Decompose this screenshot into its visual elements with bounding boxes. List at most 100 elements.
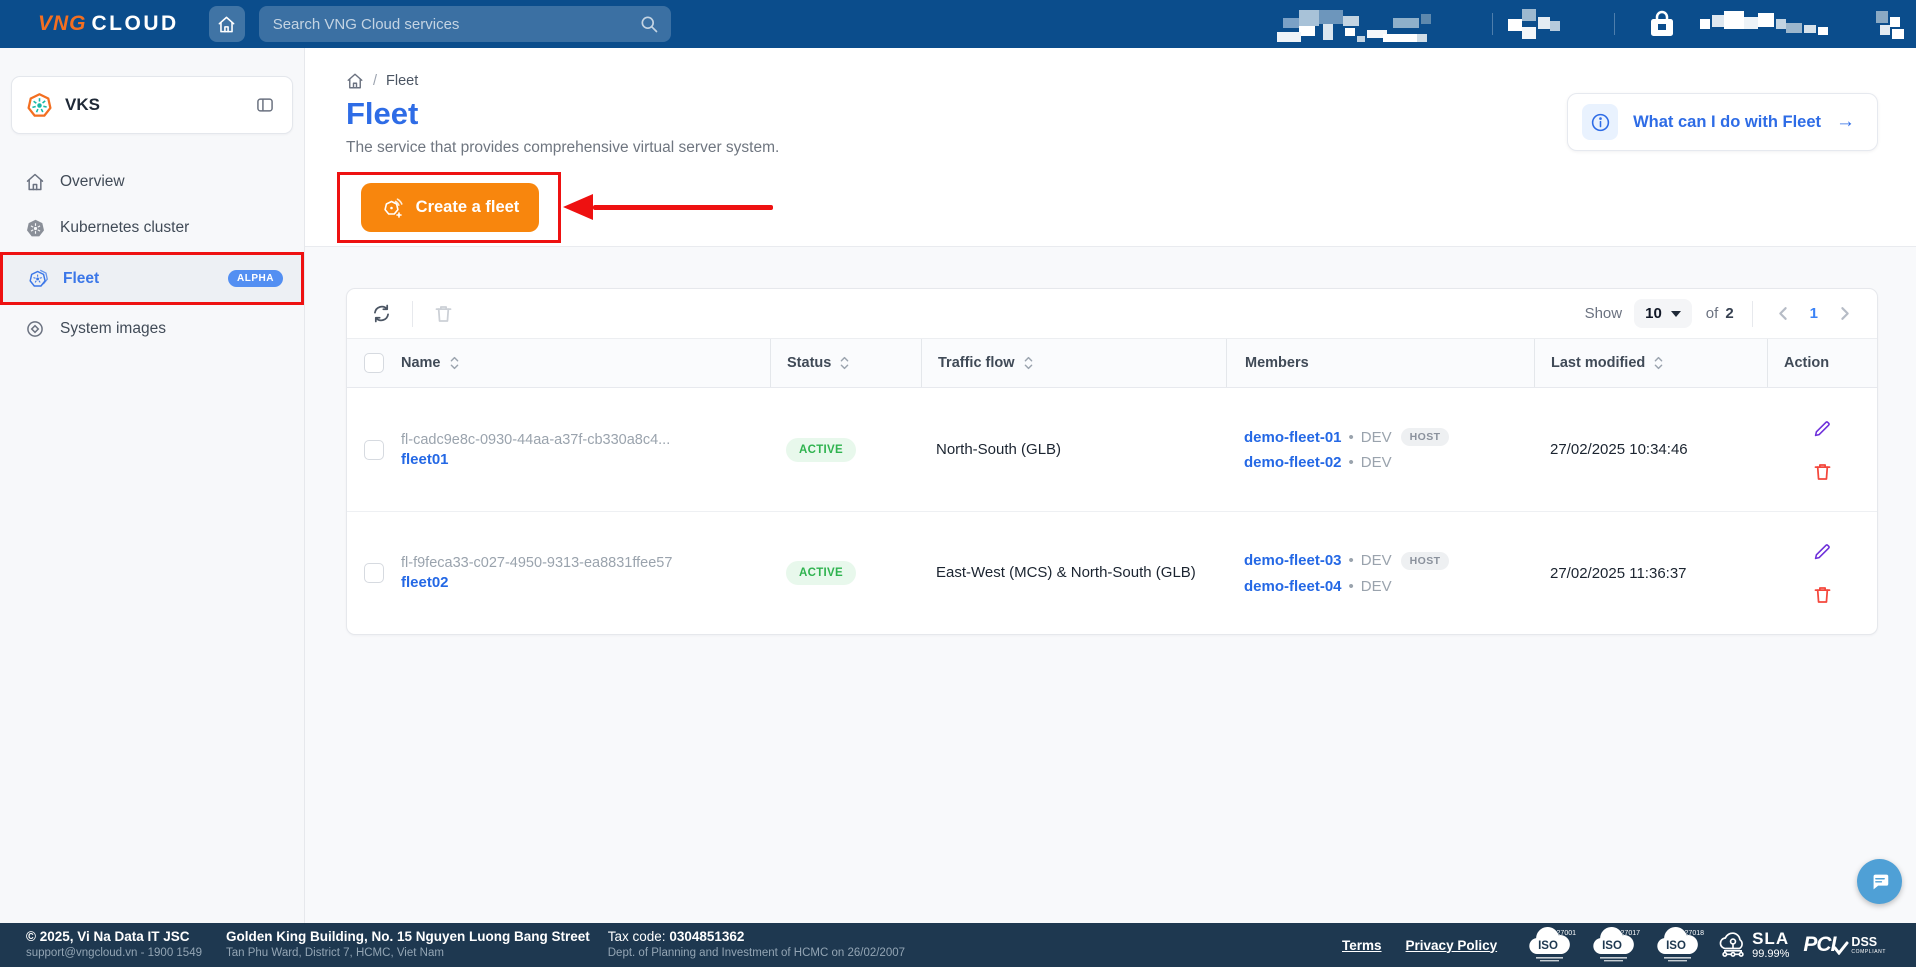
name-cell: fl-f9feca33-c027-4950-9313-ea8831ffee57 … [401, 512, 770, 634]
breadcrumb-home-icon[interactable] [346, 72, 364, 90]
overview-home-icon [24, 172, 46, 192]
member-link[interactable]: demo-fleet-04 [1244, 578, 1342, 595]
logo-vng: VNG [38, 12, 87, 36]
member-env: DEV [1361, 578, 1392, 595]
total-count: 2 [1725, 305, 1733, 322]
sidebar-item-fleet[interactable]: Fleet ALPHA [3, 255, 301, 302]
traffic-flow-cell: East-West (MCS) & North-South (GLB) [921, 512, 1226, 634]
select-all-checkbox[interactable] [364, 353, 384, 373]
package-button[interactable] [1646, 8, 1678, 40]
table-toolbar: Show 10 of 2 1 [347, 289, 1877, 339]
refresh-button[interactable] [367, 299, 396, 328]
tax-label: Tax code: [608, 929, 666, 944]
edit-button[interactable] [1807, 537, 1837, 567]
next-page-button[interactable] [1832, 301, 1857, 326]
page-size-value: 10 [1645, 305, 1662, 322]
bullet-separator: • [1349, 454, 1354, 471]
sla-value: 99.99% [1752, 949, 1789, 960]
fleet-name-link[interactable]: fleet02 [401, 574, 770, 591]
annotation-box-fleet: Fleet ALPHA [0, 252, 304, 305]
collapse-sidebar-icon [255, 95, 275, 115]
search-input[interactable] [259, 6, 671, 42]
iso-number: 27018 [1685, 930, 1705, 937]
column-label: Action [1784, 355, 1829, 371]
page-size-select[interactable]: 10 [1634, 299, 1692, 328]
member-link[interactable]: demo-fleet-02 [1244, 454, 1342, 471]
help-button[interactable]: What can I do with Fleet → [1567, 93, 1878, 151]
sidebar-item-kubernetes-cluster[interactable]: Kubernetes cluster [0, 206, 304, 250]
delete-button[interactable] [1808, 457, 1837, 486]
pci-dss-badge: PCI DSS COMPLIANT [1803, 933, 1886, 957]
chevron-left-icon [1775, 305, 1792, 322]
create-fleet-button[interactable]: Create a fleet [361, 183, 539, 232]
column-header-last-modified[interactable]: Last modified [1534, 339, 1767, 387]
annotation-arrow [563, 194, 773, 220]
topbar-divider [1614, 13, 1615, 35]
row-checkbox[interactable] [364, 563, 384, 583]
footer-badges: ISO 27001 ISO 27017 ISO 27018 [1527, 927, 1886, 963]
row-checkbox[interactable] [364, 440, 384, 460]
topbar-divider [1492, 13, 1493, 35]
column-label: Status [787, 355, 831, 371]
column-label: Last modified [1551, 355, 1645, 371]
sidebar-item-system-images[interactable]: System images [0, 307, 304, 351]
fleet-name-link[interactable]: fleet01 [401, 451, 770, 468]
alpha-badge: ALPHA [228, 270, 283, 287]
content-area: Show 10 of 2 1 [305, 247, 1916, 923]
redacted-widget-block [1508, 9, 1564, 41]
sidebar-item-overview[interactable]: Overview [0, 160, 304, 204]
terms-link[interactable]: Terms [1342, 938, 1382, 953]
iso-number: 27001 [1557, 930, 1577, 937]
breadcrumb-current: Fleet [386, 73, 418, 89]
last-modified-cell: 27/02/2025 10:34:46 [1534, 388, 1767, 511]
topbar: VNG CLOUD [0, 0, 1916, 48]
current-page[interactable]: 1 [1810, 305, 1818, 322]
vks-logo-icon [26, 92, 53, 119]
delete-button[interactable] [1808, 580, 1837, 609]
dss-label: DSS [1851, 936, 1886, 949]
chat-widget-button[interactable] [1857, 859, 1902, 904]
prev-page-button[interactable] [1771, 301, 1796, 326]
pagination-controls: Show 10 of 2 1 [1585, 299, 1857, 328]
sidebar-nav: Overview [0, 160, 304, 351]
bulk-delete-button[interactable] [429, 299, 458, 328]
table-header-row: Name Status Traffic flow Members [347, 339, 1877, 388]
of-label: of [1706, 305, 1719, 322]
member-env: DEV [1361, 454, 1392, 471]
member-link[interactable]: demo-fleet-01 [1244, 429, 1342, 446]
collapse-sidebar-button[interactable] [252, 92, 278, 118]
product-name: VKS [65, 95, 252, 115]
tax-code: 0304851362 [669, 929, 744, 944]
member-env: DEV [1361, 552, 1392, 569]
bullet-separator: • [1349, 429, 1354, 446]
info-icon [1582, 104, 1618, 140]
column-label: Name [401, 355, 441, 371]
arrow-right-icon: → [1836, 111, 1855, 133]
member-line: demo-fleet-03 • DEV HOST [1244, 552, 1534, 570]
footer-tax: Tax code: 0304851362 Dept. of Planning a… [608, 929, 905, 960]
privacy-policy-link[interactable]: Privacy Policy [1406, 938, 1498, 953]
home-button[interactable] [209, 6, 245, 42]
column-header-name[interactable]: Name [401, 339, 770, 387]
column-header-traffic-flow[interactable]: Traffic flow [921, 339, 1226, 387]
pci-label: PCI [1803, 933, 1835, 957]
iso-label: ISO [1538, 940, 1558, 952]
last-modified-cell: 27/02/2025 11:36:37 [1534, 512, 1767, 634]
footer-address-line2: Tan Phu Ward, District 7, HCMC, Viet Nam [226, 946, 590, 960]
redacted-user-block [1700, 11, 1832, 39]
main-content: / Fleet Fleet The service that provides … [305, 48, 1916, 923]
footer: © 2025, Vi Na Data IT JSC support@vngclo… [0, 923, 1916, 967]
column-header-status[interactable]: Status [770, 339, 921, 387]
fleet-icon [27, 268, 49, 289]
delete-trash-icon [1812, 584, 1833, 605]
vng-cloud-logo[interactable]: VNG CLOUD [38, 12, 179, 36]
sidebar-item-label: Fleet [63, 270, 99, 288]
help-button-label: What can I do with Fleet [1633, 113, 1821, 132]
status-cell: ACTIVE [770, 512, 921, 634]
member-link[interactable]: demo-fleet-03 [1244, 552, 1342, 569]
kubernetes-icon [24, 218, 46, 239]
show-label: Show [1585, 305, 1623, 322]
edit-button[interactable] [1807, 414, 1837, 444]
host-badge: HOST [1401, 552, 1450, 570]
sort-icon [1653, 355, 1664, 371]
